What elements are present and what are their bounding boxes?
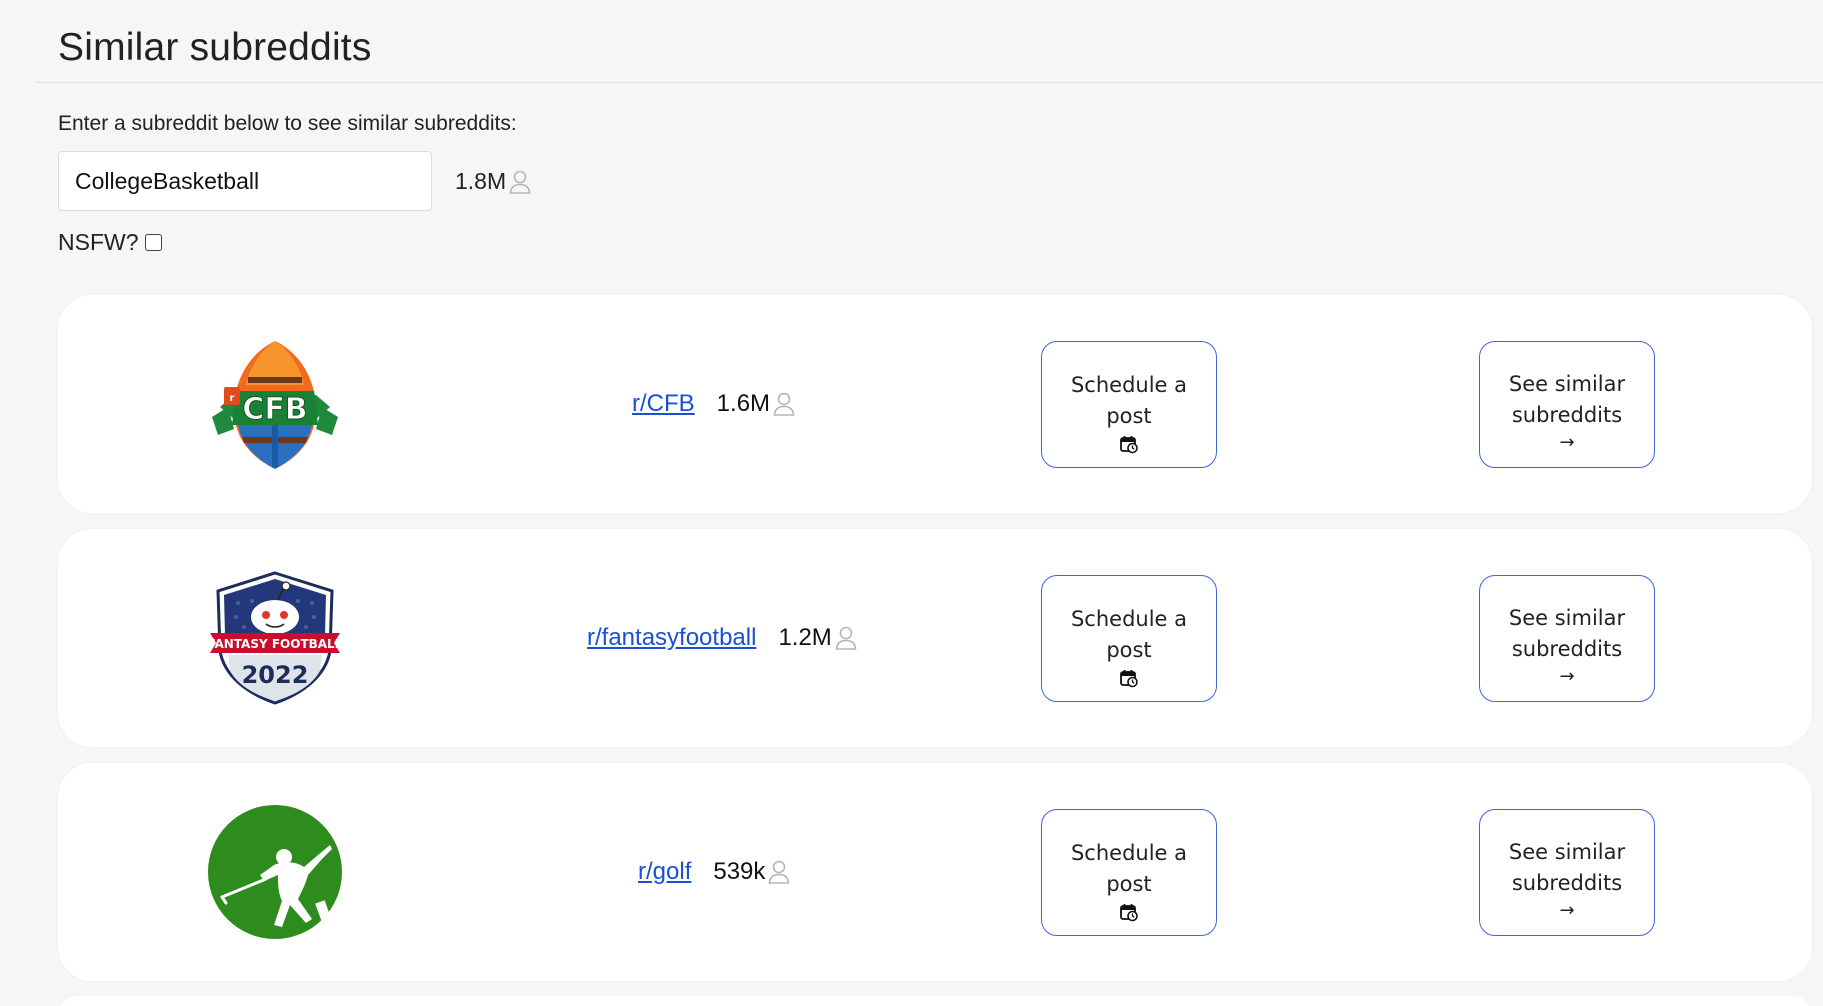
calendar-clock-icon	[1120, 903, 1138, 921]
svg-text:r: r	[230, 393, 235, 404]
user-icon	[509, 170, 531, 194]
see-similar-button[interactable]: See similar subreddits →	[1479, 809, 1655, 936]
schedule-post-label: Schedule a post	[1070, 840, 1188, 896]
see-similar-button[interactable]: See similar subreddits →	[1479, 341, 1655, 468]
see-similar-label: See similar subreddits	[1508, 840, 1626, 895]
search-member-count: 1.8M	[455, 168, 532, 195]
result-card-cfb: CFB r r/CFB 1.6M Schedule a post See sim…	[58, 295, 1812, 513]
page-title: Similar subreddits	[58, 26, 372, 69]
nsfw-label: NSFW?	[58, 229, 139, 255]
see-similar-button[interactable]: See similar subreddits →	[1479, 575, 1655, 702]
schedule-post-button[interactable]: Schedule a post	[1041, 809, 1217, 936]
member-count-value: 1.2M	[778, 624, 832, 651]
arrow-right-icon: →	[1559, 666, 1575, 687]
golf-logo	[208, 805, 342, 939]
result-card-partial	[58, 996, 1812, 1006]
user-icon	[835, 626, 857, 650]
subreddit-link[interactable]: r/golf	[638, 858, 691, 886]
arrow-right-icon: →	[1559, 900, 1575, 921]
subreddit-info: r/golf 539k	[638, 763, 791, 981]
calendar-clock-icon	[1120, 435, 1138, 453]
svg-text:CFB: CFB	[242, 392, 307, 427]
schedule-post-button[interactable]: Schedule a post	[1041, 341, 1217, 468]
nsfw-toggle[interactable]: NSFW?	[58, 229, 162, 256]
result-card-golf: r/golf 539k Schedule a post See similar …	[58, 763, 1812, 981]
member-count: 1.2M	[778, 624, 857, 652]
user-icon	[773, 392, 795, 416]
subreddit-link[interactable]: r/CFB	[632, 390, 695, 418]
page-header: Similar subreddits	[36, 0, 1823, 83]
arrow-right-icon: →	[1559, 432, 1575, 453]
search-instructions: Enter a subreddit below to see similar s…	[58, 112, 517, 135]
user-icon	[769, 860, 790, 884]
schedule-post-label: Schedule a post	[1070, 606, 1188, 662]
see-similar-label: See similar subreddits	[1508, 372, 1626, 427]
calendar-clock-icon	[1120, 669, 1138, 687]
member-count-value: 539k	[713, 858, 766, 885]
subreddit-info: r/fantasyfootball 1.2M	[587, 529, 858, 747]
see-similar-label: See similar subreddits	[1508, 606, 1626, 661]
subreddit-link[interactable]: r/fantasyfootball	[587, 624, 756, 652]
schedule-post-button[interactable]: Schedule a post	[1041, 575, 1217, 702]
nsfw-checkbox[interactable]	[144, 234, 162, 251]
page: Similar subreddits Enter a subreddit bel…	[0, 0, 1823, 1006]
member-count: 539k	[713, 858, 791, 886]
cfb-logo: CFB r	[212, 341, 338, 469]
member-count: 1.6M	[717, 390, 796, 418]
subreddit-search-input[interactable]	[58, 151, 432, 211]
ff-logo-year-text: 2022	[242, 661, 309, 689]
subreddit-info: r/CFB 1.6M	[632, 295, 796, 513]
member-count-value: 1.6M	[716, 390, 771, 417]
result-card-fantasyfootball: FANTASY FOOTBALL 2022 r/fantasyfootball …	[58, 529, 1812, 747]
search-member-count-value: 1.8M	[455, 168, 507, 194]
schedule-post-label: Schedule a post	[1070, 372, 1188, 428]
ff-logo-top-text: FANTASY FOOTBALL	[208, 637, 342, 651]
fantasy-football-2022-logo: FANTASY FOOTBALL 2022	[208, 571, 342, 705]
